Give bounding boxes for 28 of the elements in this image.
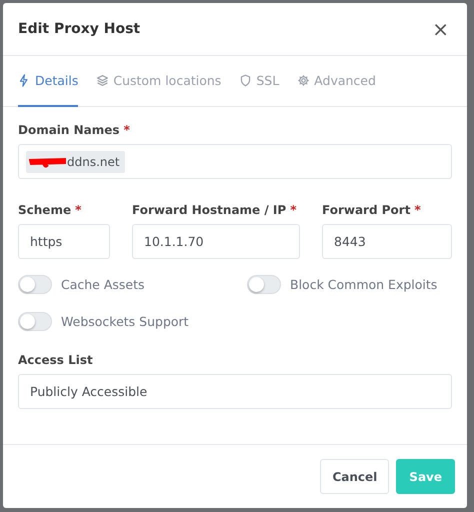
required-mark: * <box>414 203 421 217</box>
required-mark: * <box>75 203 82 217</box>
close-button[interactable]: × <box>428 17 453 41</box>
shield-icon <box>239 74 252 87</box>
domain-input-field[interactable]: ddns.net <box>18 144 452 179</box>
toggle-switch[interactable] <box>247 275 281 294</box>
toggle-switch[interactable] <box>18 275 52 294</box>
field-label: Domain Names <box>18 123 120 137</box>
tab[interactable]: Details <box>18 56 78 107</box>
dialog-title: Edit Proxy Host <box>18 21 140 37</box>
field-label: Forward Hostname / IP <box>132 203 286 217</box>
toggle-label: Block Common Exploits <box>290 277 438 292</box>
field-label: Scheme <box>18 203 72 217</box>
cancel-button[interactable]: Cancel <box>320 459 390 494</box>
layers-icon <box>96 74 110 87</box>
required-mark: * <box>290 203 296 217</box>
field-label: Access List <box>18 353 93 367</box>
select-field[interactable]: Publicly Accessible <box>18 374 452 409</box>
settings-icon <box>297 74 310 87</box>
text-input-field[interactable]: 10.1.1.70 <box>132 224 300 259</box>
text-input-field[interactable]: 8443 <box>322 224 452 259</box>
text-input-field[interactable]: https <box>18 224 110 259</box>
toggle-label: Websockets Support <box>61 314 189 329</box>
domain-tag: ddns.net <box>26 150 125 172</box>
field-label: Forward Port <box>322 203 410 217</box>
toggle-switch[interactable] <box>18 312 52 331</box>
toggle-label: Cache Assets <box>61 277 145 292</box>
required-mark: * <box>124 123 130 137</box>
